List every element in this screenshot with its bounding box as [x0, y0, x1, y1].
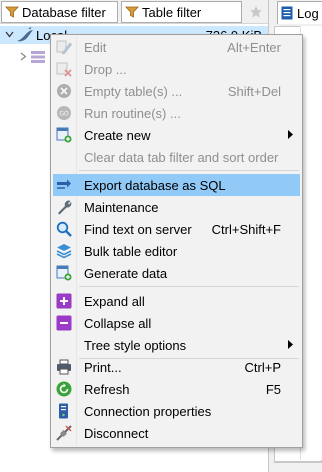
- menu-item-drop-label: Drop ...: [84, 62, 127, 77]
- chevron-right-icon[interactable]: [19, 52, 28, 61]
- empty-icon: [56, 83, 72, 99]
- menu-item-refresh[interactable]: Refresh F5: [53, 378, 300, 400]
- menu-separator: [79, 286, 299, 287]
- filter-icon: [125, 6, 139, 18]
- menu-item-bulk-editor[interactable]: Bulk table editor: [53, 240, 300, 262]
- menu-item-generate-data-label: Generate data: [84, 266, 168, 281]
- menu-item-clear-filter[interactable]: Clear data tab filter and sort order: [53, 146, 300, 168]
- horizontal-scrollbar[interactable]: [274, 462, 322, 472]
- menu-item-collapse-all-label: Collapse all: [84, 316, 152, 331]
- disconnect-icon: [56, 425, 72, 441]
- menu-item-export-sql-label: Export database as SQL: [84, 178, 226, 193]
- wrench-icon: [56, 199, 72, 215]
- menu-item-run-routines-label: Run routine(s) ...: [84, 106, 181, 121]
- tab-log[interactable]: Log: [277, 1, 322, 24]
- menu-item-connection-properties-label: Connection properties: [84, 404, 212, 419]
- star-icon: [250, 6, 262, 18]
- menu-item-drop[interactable]: Drop ...: [53, 58, 300, 80]
- menu-item-refresh-shortcut: F5: [265, 382, 281, 397]
- menu-item-empty-tables-label: Empty table(s) ...: [84, 84, 183, 99]
- menu-item-run-routines[interactable]: GO Run routine(s) ...: [53, 102, 300, 124]
- menu-item-disconnect[interactable]: Disconnect: [53, 422, 300, 444]
- tab-log-label: Log: [297, 5, 319, 21]
- menu-item-empty-tables[interactable]: Empty table(s) ... Shift+Del: [53, 80, 300, 102]
- bulk-edit-icon: [56, 243, 72, 259]
- menu-item-print-label: Print...: [84, 360, 122, 375]
- menu-item-maintenance[interactable]: Maintenance: [53, 196, 300, 218]
- menu-item-maintenance-label: Maintenance: [84, 200, 159, 215]
- create-new-icon: [56, 127, 72, 143]
- minus-icon: [56, 315, 72, 331]
- printer-icon: [56, 359, 72, 375]
- menu-item-connection-properties[interactable]: Connection properties: [53, 400, 300, 422]
- favorite-star-button[interactable]: [245, 1, 267, 23]
- menu-item-clear-filter-label: Clear data tab filter and sort order: [84, 150, 279, 165]
- run-icon: GO: [56, 105, 72, 121]
- plus-icon: [56, 293, 72, 309]
- refresh-icon: [56, 381, 72, 397]
- table-filter-input[interactable]: Table filter: [121, 1, 242, 23]
- database-icon: [31, 51, 45, 63]
- menu-item-edit[interactable]: Edit Alt+Enter: [53, 36, 300, 58]
- menu-item-export-sql[interactable]: Export database as SQL: [53, 174, 300, 196]
- menu-item-tree-style[interactable]: Tree style options: [53, 334, 300, 356]
- table-filter-placeholder: Table filter: [142, 4, 202, 20]
- context-menu: Edit Alt+Enter Drop ... Empty table(s) .…: [50, 34, 303, 448]
- menu-item-bulk-editor-label: Bulk table editor: [84, 244, 178, 259]
- drop-icon: [56, 61, 72, 77]
- database-filter-input[interactable]: Database filter: [1, 1, 118, 23]
- menu-item-tree-style-label: Tree style options: [84, 338, 187, 353]
- menu-item-find-text-label: Find text on server: [84, 222, 192, 237]
- menu-item-find-text[interactable]: Find text on server Ctrl+Shift+F: [53, 218, 300, 240]
- menu-item-find-text-shortcut: Ctrl+Shift+F: [211, 222, 281, 237]
- menu-item-create-new-label: Create new: [84, 128, 151, 143]
- menu-item-expand-all[interactable]: Expand all: [53, 290, 300, 312]
- mariadb-server-icon: [17, 27, 33, 42]
- svg-text:GO: GO: [59, 111, 69, 118]
- menu-item-disconnect-label: Disconnect: [84, 426, 149, 441]
- submenu-arrow-icon: [288, 340, 293, 349]
- menu-item-print-shortcut: Ctrl+P: [244, 360, 281, 375]
- chevron-down-icon[interactable]: [5, 30, 14, 39]
- menu-item-expand-all-label: Expand all: [84, 294, 145, 309]
- vertical-scrollbar[interactable]: [300, 26, 322, 460]
- submenu-arrow-icon: [288, 130, 293, 139]
- menu-item-create-new[interactable]: Create new: [53, 124, 300, 146]
- menu-item-edit-shortcut: Alt+Enter: [227, 40, 281, 55]
- database-filter-placeholder: Database filter: [22, 4, 106, 20]
- menu-item-collapse-all[interactable]: Collapse all: [53, 312, 300, 334]
- menu-separator: [79, 170, 299, 171]
- filter-bar: Database filter Table filter: [0, 0, 268, 24]
- edit-icon: [56, 39, 72, 55]
- menu-item-edit-label: Edit: [84, 40, 107, 55]
- export-icon: [56, 177, 72, 193]
- generate-icon: [56, 265, 72, 281]
- magnifier-icon: [56, 221, 72, 237]
- filter-icon: [5, 6, 19, 18]
- menu-item-generate-data[interactable]: Generate data: [53, 262, 300, 284]
- log-icon: [281, 6, 293, 20]
- server-properties-icon: [56, 403, 72, 419]
- menu-item-print[interactable]: Print... Ctrl+P: [53, 356, 300, 378]
- menu-item-refresh-label: Refresh: [84, 382, 130, 397]
- menu-item-empty-tables-shortcut: Shift+Del: [227, 84, 281, 99]
